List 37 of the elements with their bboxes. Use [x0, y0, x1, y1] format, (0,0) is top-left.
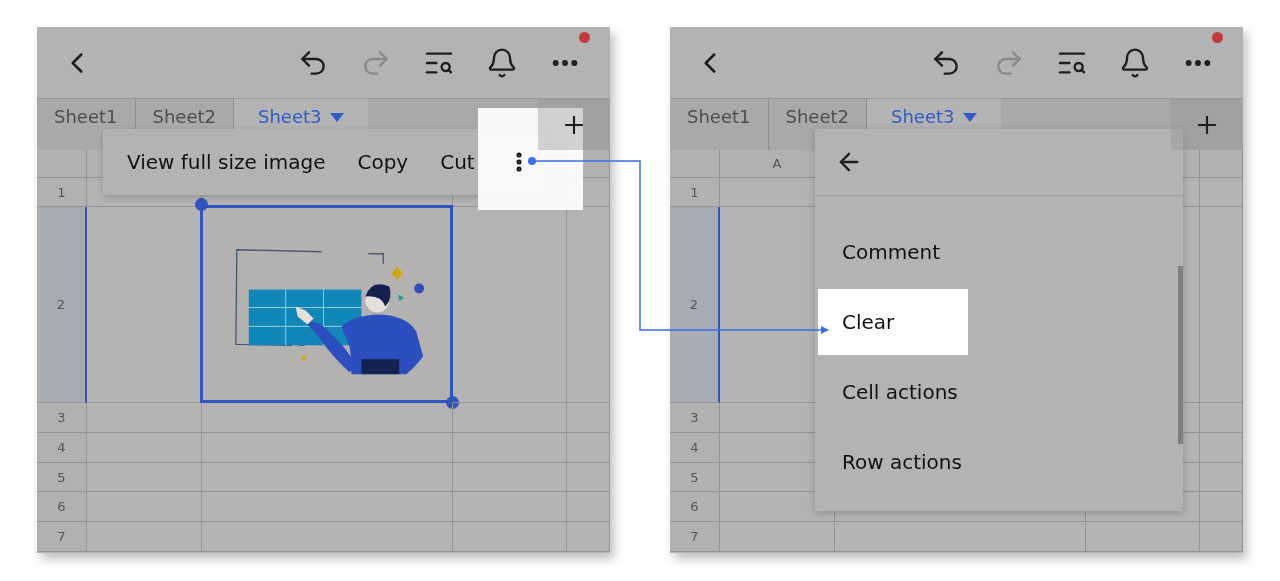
table-cell	[567, 463, 610, 492]
row-number[interactable]: 4	[670, 433, 720, 463]
action-button[interactable]: View full size image	[127, 150, 326, 174]
bell-icon[interactable]	[486, 46, 518, 79]
table-cell	[1200, 463, 1243, 492]
action-button[interactable]: Copy	[357, 150, 409, 174]
resize-handle[interactable]	[195, 198, 208, 211]
caret-icon	[962, 113, 977, 122]
row-number[interactable]: 6	[37, 492, 87, 522]
row-number[interactable]: 3	[37, 403, 87, 433]
table-cell	[1200, 403, 1243, 433]
table-cell	[567, 433, 610, 463]
row-number[interactable]: 1	[37, 178, 87, 207]
table-cell	[1200, 178, 1243, 207]
menu-item[interactable]: Clear	[818, 289, 968, 355]
menu-item[interactable]: Row actions	[818, 429, 968, 495]
caret-icon	[329, 113, 344, 122]
row-number[interactable]: 7	[37, 522, 87, 552]
action-button[interactable]: Cut	[440, 150, 475, 174]
row-number[interactable]: 2	[670, 207, 720, 403]
menu-item[interactable]: Comment	[818, 219, 968, 285]
table-cell	[567, 522, 610, 552]
row-number[interactable]: 7	[670, 522, 720, 552]
table-cell	[567, 403, 610, 433]
row-number[interactable]: 4	[37, 433, 87, 463]
bell-icon[interactable]	[1119, 46, 1151, 79]
row-number[interactable]: 6	[670, 492, 720, 522]
table-cell	[1200, 522, 1243, 552]
menu-item[interactable]: Cell actions	[818, 359, 968, 425]
table-cell	[567, 492, 610, 522]
row-number[interactable]: 3	[670, 403, 720, 433]
row-number[interactable]: 2	[37, 207, 87, 403]
row-number[interactable]: 5	[37, 463, 87, 492]
table-cell	[1200, 492, 1243, 522]
table-cell	[1200, 433, 1243, 463]
row-number[interactable]: 1	[670, 178, 720, 207]
row-number[interactable]: 5	[670, 463, 720, 492]
